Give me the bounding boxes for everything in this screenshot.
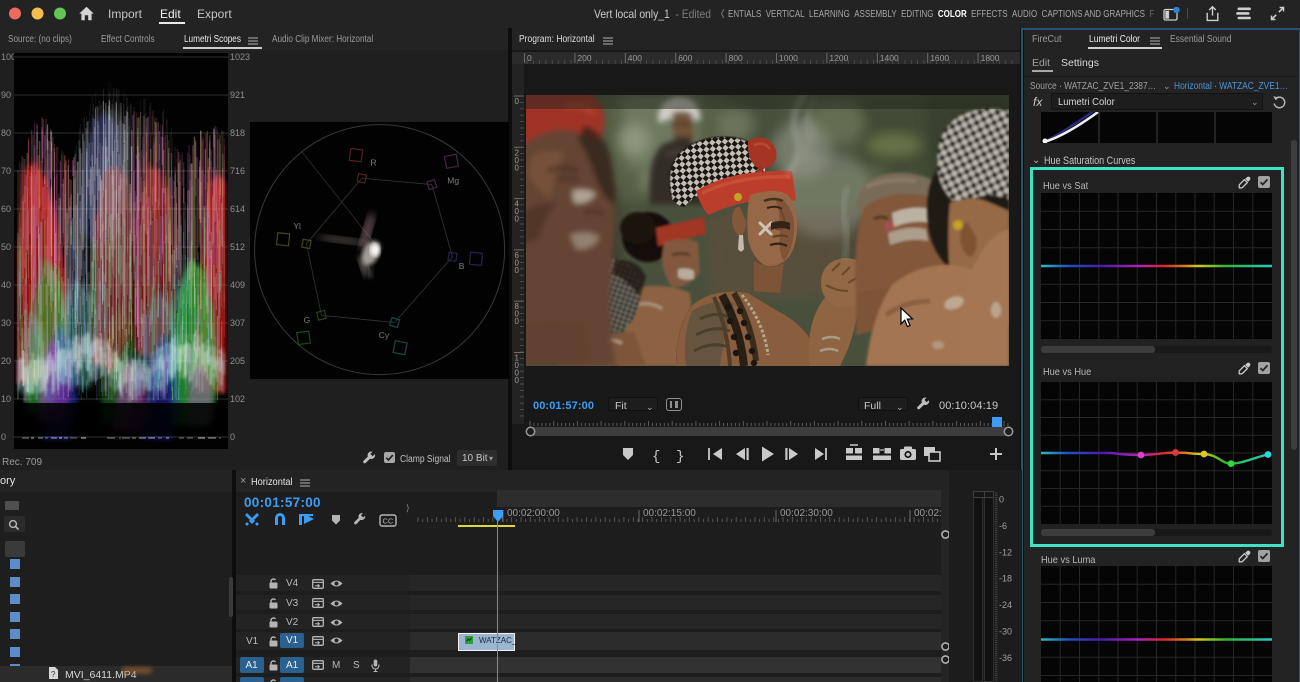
svg-text:B: B [459, 261, 465, 271]
svg-text:00:02:15:00: 00:02:15:00 [643, 508, 696, 519]
svg-text:00:02:30:00: 00:02:30:00 [780, 508, 833, 519]
svg-text:0: 0 [515, 317, 520, 326]
svg-text:00:02:45:00: 00:02:45:00 [914, 508, 941, 519]
svg-text:Yl: Yl [293, 221, 301, 231]
svg-text:CC: CC [383, 517, 394, 526]
svg-text:?: ? [51, 670, 56, 679]
svg-text:0: 0 [515, 376, 520, 385]
svg-text:-36: -36 [999, 653, 1012, 663]
svg-text:Mg: Mg [447, 176, 459, 186]
svg-text:Cy: Cy [379, 330, 390, 340]
svg-text:0: 0 [515, 163, 520, 172]
svg-text:-12: -12 [999, 547, 1012, 557]
svg-text:}: } [676, 449, 684, 465]
svg-text:0: 0 [515, 97, 520, 106]
svg-text:G: G [304, 315, 311, 325]
svg-text:1200: 1200 [829, 53, 848, 63]
svg-text:0: 0 [527, 53, 532, 63]
svg-text:{: { [652, 449, 660, 465]
svg-text:-30: -30 [999, 627, 1012, 637]
svg-text:1800: 1800 [981, 53, 1000, 63]
svg-text:0: 0 [515, 215, 520, 224]
svg-text:-6: -6 [999, 521, 1007, 531]
svg-text:00:02:00:00: 00:02:00:00 [507, 508, 560, 519]
svg-text:0: 0 [999, 495, 1004, 505]
svg-text:R: R [371, 158, 377, 168]
svg-text:1000: 1000 [779, 53, 798, 63]
svg-text:-24: -24 [999, 600, 1012, 610]
svg-text:0: 0 [515, 266, 520, 275]
svg-text:1400: 1400 [880, 53, 899, 63]
svg-text:-18: -18 [999, 574, 1012, 584]
svg-text:1600: 1600 [930, 53, 949, 63]
